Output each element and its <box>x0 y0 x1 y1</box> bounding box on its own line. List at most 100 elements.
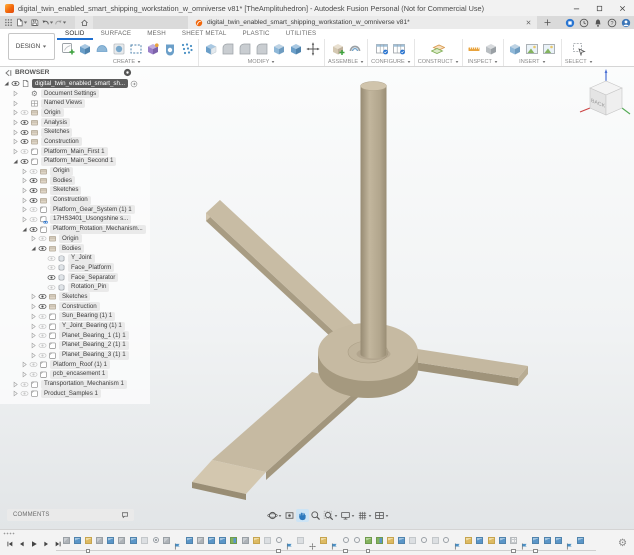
extrude-feature[interactable] <box>577 536 585 544</box>
extrude-button[interactable] <box>76 41 93 57</box>
browser-item-label[interactable]: Origin <box>41 108 64 117</box>
browser-item-label[interactable]: Analysis <box>41 118 70 127</box>
job-status-button[interactable] <box>579 18 589 28</box>
expand-arrow-icon[interactable] <box>30 313 37 320</box>
browser-item[interactable]: Construction <box>0 137 150 147</box>
model-pole[interactable] <box>357 82 391 361</box>
close-tab-icon[interactable] <box>525 19 532 26</box>
suppressed-feature[interactable] <box>297 536 305 544</box>
component-feature[interactable] <box>252 536 260 544</box>
browser-item[interactable]: Analysis <box>0 118 150 128</box>
visibility-eye-icon[interactable] <box>38 313 47 320</box>
visibility-eye-icon[interactable] <box>20 138 29 145</box>
browser-item[interactable]: Sun_Bearing (1) 1 <box>0 312 150 322</box>
configure-group-label[interactable]: CONFIGURE <box>371 58 411 66</box>
browser-item-label[interactable]: Bodies <box>50 176 75 185</box>
extrude-feature[interactable] <box>554 536 562 544</box>
align-feature[interactable] <box>364 536 372 544</box>
browser-item-label[interactable]: Sun_Bearing (1) 1 <box>59 312 115 321</box>
minimize-button[interactable] <box>565 0 588 16</box>
expand-arrow-icon[interactable] <box>12 90 19 97</box>
sketch-feature[interactable] <box>196 536 204 544</box>
measure-button[interactable] <box>466 41 483 57</box>
visibility-eye-icon[interactable] <box>47 274 56 281</box>
create-form-button[interactable] <box>93 41 110 57</box>
rollback-marker[interactable] <box>366 549 371 554</box>
expand-arrow-icon[interactable] <box>12 148 19 155</box>
visibility-eye-icon[interactable] <box>29 371 38 378</box>
display-settings-button[interactable] <box>339 509 356 522</box>
suppressed-feature[interactable] <box>431 536 439 544</box>
browser-item[interactable]: Platform_Rotation_Mechanism... <box>0 224 150 234</box>
browser-item[interactable]: ⚙Document Settings <box>0 89 150 99</box>
browser-item[interactable]: Face_Separator <box>0 273 150 283</box>
rollback-marker[interactable] <box>343 549 348 554</box>
browser-item-label[interactable]: Bodies <box>59 244 84 253</box>
visibility-eye-icon[interactable] <box>38 342 47 349</box>
browser-collapse-icon[interactable] <box>3 69 13 77</box>
extrude-feature[interactable] <box>532 536 540 544</box>
grid-snap-button[interactable] <box>356 509 373 522</box>
expand-arrow-icon[interactable] <box>21 371 28 378</box>
visibility-eye-icon[interactable] <box>29 168 38 175</box>
timeline-drag-handle[interactable] <box>3 532 15 535</box>
document-tab[interactable]: digital_twin_enabled_smart_shipping_work… <box>188 16 537 29</box>
expand-arrow-icon[interactable] <box>30 245 37 252</box>
profile-button[interactable] <box>621 18 631 28</box>
browser-item-label[interactable]: Sketches <box>41 128 72 137</box>
browser-item-label[interactable]: Sketches <box>50 186 81 195</box>
select-button[interactable] <box>570 41 587 57</box>
new-tab-button[interactable] <box>543 18 552 27</box>
browser-item-label[interactable]: Construction <box>59 302 100 311</box>
sketch-feature[interactable] <box>241 536 249 544</box>
move-copy-button[interactable] <box>304 41 321 57</box>
visibility-eye-icon[interactable] <box>11 80 20 87</box>
canvas-button[interactable] <box>524 41 541 57</box>
expand-arrow-icon[interactable] <box>12 109 19 116</box>
insert-derive-button[interactable] <box>507 41 524 57</box>
joint-origin-feature[interactable] <box>174 536 182 544</box>
browser-item[interactable]: digital_twin_enabled_smart_sh... <box>0 79 150 89</box>
visibility-eye-icon[interactable] <box>38 293 47 300</box>
file-menu-button[interactable] <box>15 17 28 28</box>
component-feature[interactable] <box>465 536 473 544</box>
browser-item-label[interactable]: pcb_encasement 1 <box>50 370 108 379</box>
extrude-feature[interactable] <box>398 536 406 544</box>
browser-item-label[interactable]: Face_Separator <box>68 273 118 282</box>
browser-item-label[interactable]: Origin <box>50 167 73 176</box>
expand-arrow-icon[interactable] <box>12 138 19 145</box>
go-to-start-button[interactable] <box>4 538 15 550</box>
expand-arrow-icon[interactable] <box>21 226 28 233</box>
joint-origin-feature[interactable] <box>286 536 294 544</box>
browser-item[interactable]: Sketches <box>0 186 150 196</box>
joint-feature[interactable] <box>420 536 428 544</box>
visibility-eye-icon[interactable] <box>38 323 47 330</box>
modify-group-label[interactable]: MODIFY <box>248 58 276 66</box>
browser-item[interactable]: pcb_encasement 1 <box>0 370 150 380</box>
browser-item[interactable]: Platform_Gear_System (1) 1 <box>0 205 150 215</box>
visibility-eye-icon[interactable] <box>20 390 29 397</box>
browser-item-label[interactable]: Construction <box>41 137 82 146</box>
view-cube[interactable]: BACK <box>576 68 632 126</box>
browser-item[interactable]: Planet_Bearing_2 (1) 1 <box>0 341 150 351</box>
browser-item[interactable]: Y_Joint <box>0 253 150 263</box>
window-zoom-button[interactable] <box>309 509 322 522</box>
pattern-feature[interactable] <box>510 536 518 544</box>
decal-button[interactable] <box>541 41 558 57</box>
expand-arrow-icon[interactable] <box>21 216 28 223</box>
sketch-feature[interactable] <box>118 536 126 544</box>
visibility-eye-icon[interactable] <box>38 245 47 252</box>
browser-item[interactable]: Product_Samples 1 <box>0 389 150 399</box>
select-group-label[interactable]: SELECT <box>565 58 593 66</box>
section-analysis-button[interactable] <box>483 41 500 57</box>
expand-arrow-icon[interactable] <box>21 187 28 194</box>
browser-item[interactable]: Construction <box>0 195 150 205</box>
extrude-feature[interactable] <box>498 536 506 544</box>
visibility-eye-icon[interactable] <box>29 197 38 204</box>
undo-button[interactable] <box>41 17 54 28</box>
browser-item[interactable]: Sketches <box>0 127 150 137</box>
browser-item-label[interactable]: Named Views <box>41 99 85 108</box>
component-feature[interactable] <box>319 536 327 544</box>
extrude-feature[interactable] <box>219 536 227 544</box>
step-back-button[interactable] <box>16 538 27 550</box>
